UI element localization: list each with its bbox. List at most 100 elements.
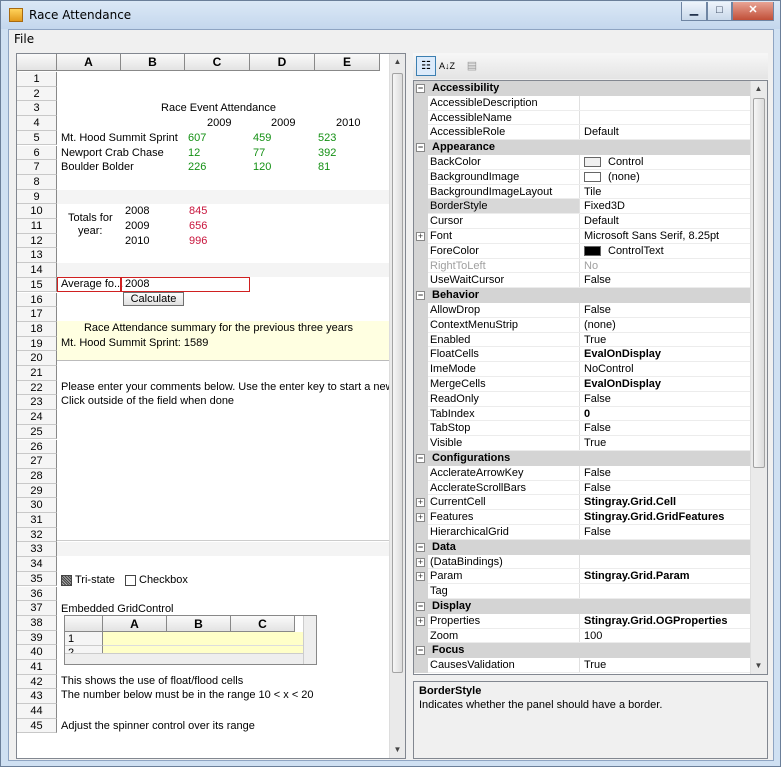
property-row[interactable]: Cursor Default <box>414 214 751 229</box>
row-header[interactable]: 19 <box>17 336 57 352</box>
row-header[interactable]: 40 <box>17 645 57 660</box>
column-header-a[interactable]: A <box>57 54 121 71</box>
property-row[interactable]: RightToLeft No <box>414 258 751 274</box>
property-value[interactable]: Default <box>584 125 619 140</box>
scroll-down-arrow[interactable]: ▼ <box>751 658 766 674</box>
row-header[interactable]: 37 <box>17 601 57 616</box>
property-row[interactable]: + Param Stingray.Grid.Param <box>414 569 751 585</box>
property-value[interactable]: (none) <box>584 318 616 333</box>
column-separator[interactable] <box>579 391 580 407</box>
row-header[interactable]: 1 <box>17 72 57 87</box>
column-separator[interactable] <box>579 184 580 200</box>
embedded-corner[interactable] <box>65 616 103 632</box>
menu-file[interactable]: File <box>14 32 34 46</box>
row-header[interactable]: 36 <box>17 586 57 602</box>
column-separator[interactable] <box>579 214 580 229</box>
property-value[interactable]: Stingray.Grid.OGProperties <box>584 614 727 629</box>
property-value[interactable]: False <box>584 273 611 288</box>
property-list[interactable]: − Accessibility AccessibleDescription Acces… <box>413 80 768 675</box>
row-header[interactable]: 26 <box>17 439 57 455</box>
column-separator[interactable] <box>579 273 580 289</box>
collapse-icon[interactable]: − <box>416 602 425 611</box>
column-separator[interactable] <box>579 317 580 333</box>
column-separator[interactable] <box>579 347 580 363</box>
property-row[interactable]: TabStop False <box>414 421 751 437</box>
row-header[interactable]: 2 <box>17 86 57 102</box>
property-row[interactable]: HierarchicalGrid False <box>414 525 751 540</box>
property-row[interactable]: AcclerateScrollBars False <box>414 480 751 496</box>
maximize-button[interactable]: □ <box>707 2 732 21</box>
property-value[interactable]: True <box>584 436 606 451</box>
column-separator[interactable] <box>579 421 580 437</box>
alphabetical-icon[interactable]: A↓Z <box>437 56 457 76</box>
row-header[interactable]: 4 <box>17 116 57 131</box>
embedded-grid[interactable]: A B C 1 2 <box>64 615 317 665</box>
property-value[interactable]: False <box>584 481 611 496</box>
row-header[interactable]: 17 <box>17 307 57 322</box>
property-category[interactable]: − Accessibility <box>414 81 751 96</box>
property-category[interactable]: − Data <box>414 539 751 555</box>
row-header[interactable]: 5 <box>17 130 57 146</box>
column-separator[interactable] <box>579 199 580 215</box>
embedded-horizontal-scrollbar[interactable] <box>65 653 303 664</box>
property-category[interactable]: − Appearance <box>414 140 751 155</box>
embedded-col-c[interactable]: C <box>231 616 295 632</box>
expand-icon[interactable]: + <box>416 498 425 508</box>
property-value[interactable]: False <box>584 421 611 436</box>
property-vertical-scrollbar[interactable]: ▲ ▼ <box>750 81 767 674</box>
property-row[interactable]: AccessibleRole Default <box>414 125 751 141</box>
scroll-up-arrow[interactable]: ▲ <box>390 54 405 70</box>
row-header[interactable]: 29 <box>17 483 57 499</box>
column-separator[interactable] <box>579 658 580 673</box>
row-header[interactable]: 6 <box>17 145 57 161</box>
scroll-thumb[interactable] <box>753 98 765 468</box>
scroll-down-arrow[interactable]: ▼ <box>390 742 405 758</box>
property-value[interactable]: No <box>584 259 598 274</box>
property-value[interactable]: Stingray.Grid.Cell <box>584 495 676 510</box>
column-separator[interactable] <box>579 406 580 422</box>
column-separator[interactable] <box>579 554 580 570</box>
column-separator[interactable] <box>579 465 580 481</box>
property-row[interactable]: BackgroundImageLayout Tile <box>414 184 751 200</box>
property-value[interactable]: False <box>584 466 611 481</box>
column-separator[interactable] <box>579 584 580 599</box>
row-header[interactable]: 12 <box>17 233 57 249</box>
column-separator[interactable] <box>579 125 580 141</box>
property-value[interactable]: Control <box>608 155 643 170</box>
row-header[interactable]: 9 <box>17 189 57 205</box>
close-button[interactable]: ✕ <box>732 2 774 21</box>
property-row[interactable]: + (DataBindings) <box>414 554 751 570</box>
row-header[interactable]: 43 <box>17 689 57 705</box>
column-separator[interactable] <box>579 243 580 259</box>
column-header-c[interactable]: C <box>185 54 250 71</box>
column-separator[interactable] <box>579 377 580 392</box>
property-row[interactable]: CausesValidation True <box>414 658 751 673</box>
property-value[interactable]: EvalOnDisplay <box>584 347 661 362</box>
calculate-button[interactable]: Calculate <box>123 292 184 306</box>
column-separator[interactable] <box>579 569 580 585</box>
property-pages-icon[interactable]: ▤ <box>462 56 482 76</box>
row-header[interactable]: 24 <box>17 410 57 425</box>
row-header[interactable]: 8 <box>17 174 57 190</box>
checkbox[interactable] <box>125 575 136 586</box>
row-header[interactable]: 3 <box>17 101 57 117</box>
row-header[interactable]: 15 <box>17 277 57 293</box>
row-header[interactable]: 7 <box>17 160 57 175</box>
expand-icon[interactable]: + <box>416 513 425 523</box>
property-row[interactable]: FloatCells EvalOnDisplay <box>414 347 751 363</box>
row-header[interactable]: 28 <box>17 468 57 484</box>
expand-icon[interactable]: + <box>416 557 425 567</box>
expand-icon[interactable]: + <box>416 616 425 626</box>
property-category[interactable]: − Behavior <box>414 288 751 303</box>
property-value[interactable]: Fixed3D <box>584 199 625 214</box>
property-row[interactable]: BackColor Control <box>414 155 751 170</box>
property-row[interactable]: Zoom 100 <box>414 628 751 644</box>
row-header[interactable]: 39 <box>17 630 57 646</box>
corner-header[interactable] <box>17 54 57 71</box>
property-value[interactable]: True <box>584 658 606 673</box>
column-separator[interactable] <box>579 436 580 451</box>
grid-vertical-scrollbar[interactable]: ▲ ▼ <box>389 54 405 758</box>
property-value[interactable]: ControlText <box>608 244 664 259</box>
row-header[interactable]: 34 <box>17 557 57 572</box>
property-row[interactable]: TabIndex 0 <box>414 406 751 422</box>
